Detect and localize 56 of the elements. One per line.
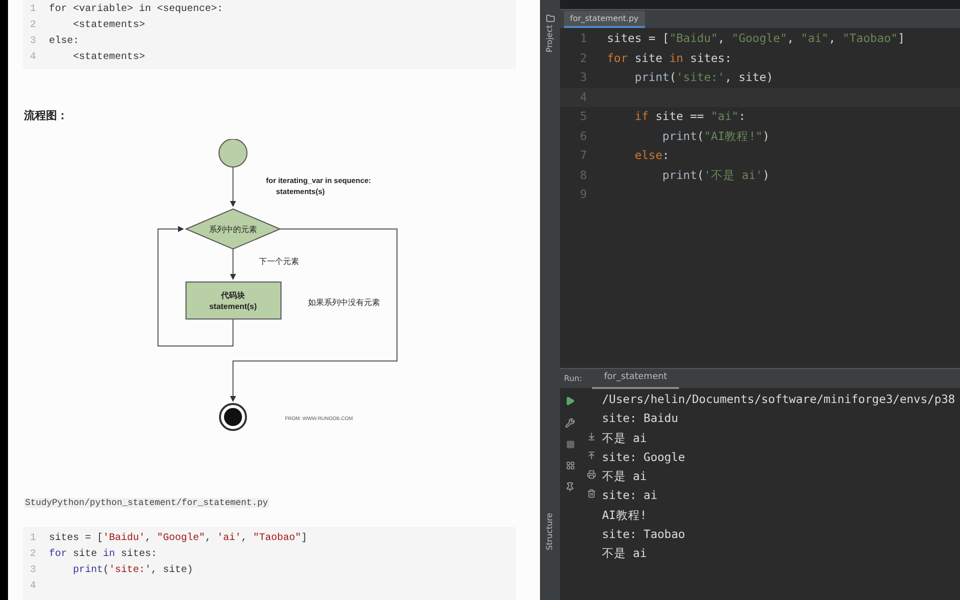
code-line: print('不是 ai') [661,166,770,184]
code-line: <statements> [72,50,146,64]
console-line: site: Google [602,448,686,466]
code-line: print('site:', site) [72,564,194,578]
code-line: else: [49,34,80,48]
code-line: sites = ['Baidu', "Google", 'ai', "Taobao"] [49,532,308,546]
line-number: 8 [579,166,588,184]
layout-icon[interactable] [566,461,574,470]
code-line: <statements> [72,18,146,32]
line-number: 3 [29,564,38,578]
run-label: Run: [564,372,584,384]
pin-icon[interactable] [565,482,575,492]
project-tab[interactable]: Project [544,25,556,52]
structure-tab[interactable]: Structure [544,512,556,550]
wrench-icon[interactable] [565,418,575,428]
code-line: else: [634,147,670,164]
line-number: 1 [29,532,38,546]
file-tab[interactable]: for_statement.py [564,11,645,28]
console-line: site: Baidu [602,410,680,428]
code-line: for site in sites: [607,50,732,67]
run-icon[interactable] [565,396,575,406]
line-number: 4 [29,580,38,594]
line-number: 7 [579,147,588,164]
scroll-down-icon[interactable] [586,432,596,441]
trash-icon[interactable] [586,489,596,498]
line-number: 1 [29,2,38,16]
code-line: for site in sites: [49,548,158,562]
line-number: 2 [29,18,38,32]
console-line: 不是 ai [602,468,648,486]
console-line: site: ai [602,487,658,504]
code-line: print('site:', site) [634,69,774,86]
line-number: 6 [579,128,588,145]
print-icon[interactable] [586,470,596,479]
section-heading: 流程图： [24,108,69,124]
line-number: 9 [579,186,588,204]
line-number: 3 [579,69,588,86]
line-number: 2 [579,50,588,67]
console-line: 不是 ai [602,545,648,562]
console-line: 不是 ai [602,430,648,447]
folder-icon[interactable] [546,14,554,23]
line-number: 5 [579,108,588,126]
line-number: 2 [29,548,38,562]
file-path: StudyPython/python_statement/for_statement.py [24,498,270,508]
code-line: if site == "ai": [634,108,746,126]
code-line: print("AI教程!") [661,128,770,145]
code-line: for <variable> in <sequence>: [49,2,224,16]
console-line: /Users/helin/Documents/software/miniforge3/envs/p38 [602,391,956,408]
line-number: 1 [579,30,588,48]
stop-icon[interactable] [566,440,574,449]
console-line: AI教程! [602,506,648,524]
code-line: sites = ["Baidu", "Google", "ai", "Taobao"] [607,30,905,48]
run-tab[interactable]: for_statement [592,368,680,388]
console-line: site: Taobao [602,526,686,544]
scroll-up-icon[interactable] [586,451,596,460]
line-number: 4 [29,50,38,64]
line-number: 3 [29,34,38,48]
